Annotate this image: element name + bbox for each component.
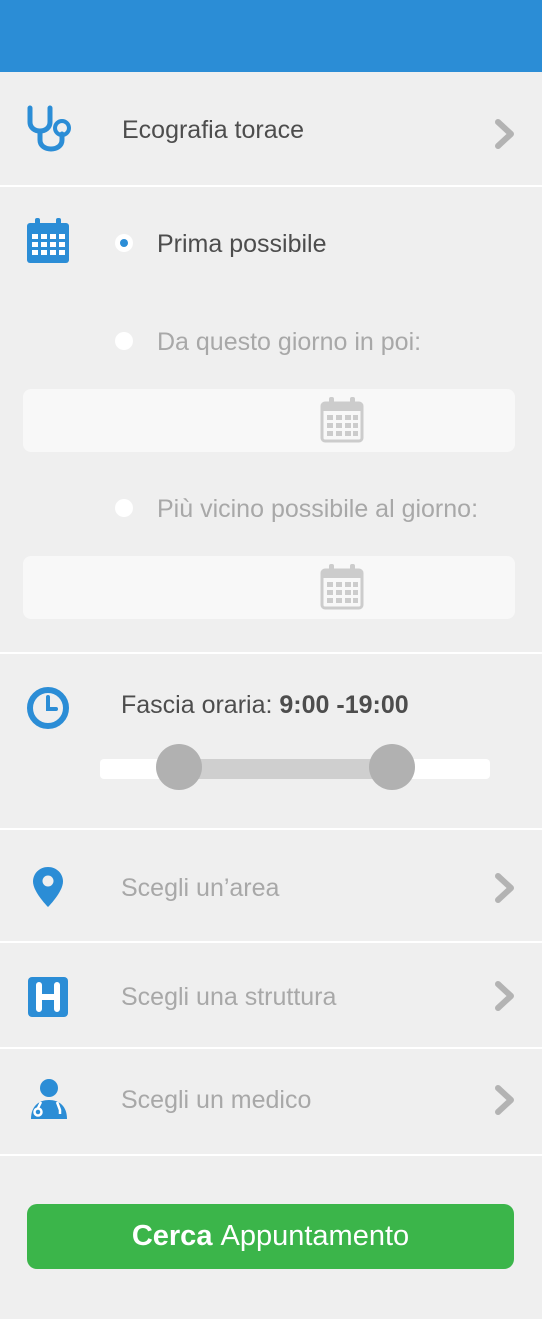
divider bbox=[0, 1154, 542, 1156]
time-range-label: Fascia oraria: 9:00 -19:00 bbox=[121, 690, 409, 720]
time-range-value: 9:00 -19:00 bbox=[279, 691, 409, 719]
time-range-start-handle[interactable] bbox=[156, 744, 202, 790]
calendar-icon bbox=[320, 397, 364, 443]
doctor-icon bbox=[29, 1078, 69, 1120]
calendar-icon bbox=[25, 217, 71, 265]
header-bar bbox=[0, 0, 542, 72]
divider bbox=[0, 185, 542, 187]
option-closest-day-label: Più vicino possibile al giorno: bbox=[157, 495, 479, 523]
stethoscope-icon bbox=[24, 104, 72, 156]
search-button-bold: Cerca bbox=[131, 1220, 213, 1252]
radio-from-day[interactable] bbox=[115, 332, 133, 350]
area-placeholder: Scegli un’area bbox=[121, 874, 280, 902]
radio-closest-day[interactable] bbox=[115, 499, 133, 517]
exam-label: Ecografia torace bbox=[122, 116, 305, 144]
chevron-right-icon bbox=[492, 1084, 518, 1116]
time-range-end-handle[interactable] bbox=[369, 744, 415, 790]
search-button-rest: Appuntamento bbox=[220, 1220, 410, 1252]
closest-day-date-field[interactable] bbox=[23, 556, 515, 619]
option-from-day-label: Da questo giorno in poi: bbox=[157, 328, 422, 356]
divider bbox=[0, 1047, 542, 1049]
calendar-icon bbox=[320, 564, 364, 610]
from-day-date-field[interactable] bbox=[23, 389, 515, 452]
search-appointment-button[interactable]: Cerca Appuntamento bbox=[27, 1204, 514, 1269]
chevron-right-icon bbox=[492, 980, 518, 1012]
facility-placeholder: Scegli una struttura bbox=[121, 983, 337, 1011]
hospital-icon bbox=[28, 977, 68, 1017]
divider bbox=[0, 941, 542, 943]
radio-asap[interactable] bbox=[115, 234, 133, 252]
option-asap-label: Prima possibile bbox=[157, 230, 327, 258]
chevron-right-icon bbox=[492, 872, 518, 904]
chevron-right-icon bbox=[492, 118, 518, 150]
map-pin-icon bbox=[32, 866, 64, 908]
time-range-prefix: Fascia oraria: bbox=[121, 691, 273, 719]
divider bbox=[0, 652, 542, 654]
clock-icon bbox=[26, 686, 70, 730]
doctor-placeholder: Scegli un medico bbox=[121, 1086, 312, 1114]
time-range-slider-range bbox=[180, 759, 392, 779]
divider bbox=[0, 828, 542, 830]
